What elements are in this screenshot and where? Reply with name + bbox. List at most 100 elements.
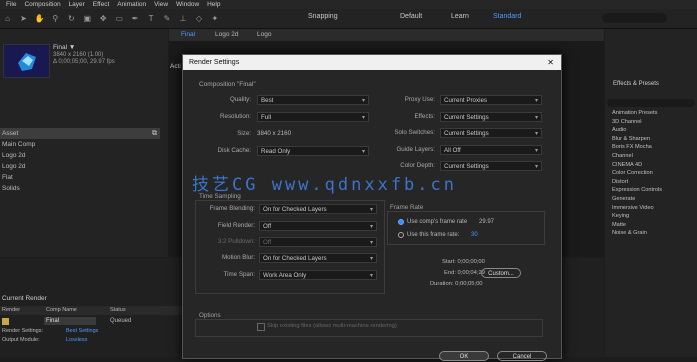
list-item[interactable]: Solids [0, 183, 160, 194]
camera-tool-icon[interactable]: ▣ [83, 14, 92, 23]
list-item[interactable]: Channel [605, 152, 697, 161]
home-icon[interactable]: ⌂ [3, 14, 12, 23]
tab-logo-2d[interactable]: Logo 2d [215, 31, 239, 38]
render-settings-dialog: Render Settings ✕ Composition "Final" Qu… [182, 54, 562, 361]
guide-layers-select[interactable]: All Off [440, 145, 542, 156]
menu-file[interactable]: File [6, 0, 16, 9]
snapping-toggle[interactable]: Snapping [308, 13, 338, 20]
menu-window[interactable]: Window [176, 0, 199, 9]
menu-animation[interactable]: Animation [117, 0, 146, 9]
stamp-tool-icon[interactable]: ⊥ [178, 14, 187, 23]
list-item[interactable]: Immersive Video [605, 204, 697, 213]
quality-select[interactable]: Best [257, 95, 369, 106]
queue-header: Render Comp Name Status [0, 306, 182, 315]
comp-thumbnail [3, 44, 50, 78]
puppet-tool-icon[interactable]: ✦ [210, 14, 219, 23]
dialog-title: Render Settings [189, 59, 240, 66]
comp-rate-value: 29.97 [479, 219, 495, 225]
effects-title: Effects & Presets [613, 81, 659, 87]
effects-select[interactable]: Current Settings [440, 112, 542, 123]
frame-blending-select[interactable]: On for Checked Layers [259, 204, 377, 215]
use-this-rate-radio[interactable] [398, 232, 404, 238]
list-item[interactable]: Distort [605, 178, 697, 187]
flowchart-icon[interactable]: ⧉ [152, 130, 157, 138]
size-label: Size: [237, 130, 251, 137]
motion-blur-label: Motion Blur: [221, 254, 255, 261]
pen-tool-icon[interactable]: ✒ [131, 14, 140, 23]
motion-blur-select[interactable]: On for Checked Layers [259, 253, 377, 264]
menu-composition[interactable]: Composition [24, 0, 60, 9]
disk-cache-select[interactable]: Read Only [257, 146, 369, 157]
list-item[interactable]: CINEMA 4D [605, 161, 697, 170]
list-item[interactable]: Color Correction [605, 169, 697, 178]
viewer-tabs: Final Logo 2d Logo [169, 29, 604, 41]
cancel-button[interactable]: Cancel [497, 351, 547, 361]
col-status: Status [110, 307, 126, 313]
zoom-tool-icon[interactable]: ⚲ [51, 14, 60, 23]
text-tool-icon[interactable]: T [147, 14, 156, 23]
list-item[interactable]: Flat [0, 172, 160, 183]
project-list: Asset Main Comp Logo 2d Logo 2d Flat Sol… [0, 128, 160, 194]
menu-bar: File Composition Layer Effect Animation … [0, 0, 697, 9]
menu-view[interactable]: View [154, 0, 168, 9]
ok-button[interactable]: OK [439, 351, 489, 361]
menu-help[interactable]: Help [207, 0, 220, 9]
list-item[interactable]: Audio [605, 126, 697, 135]
rectangle-tool-icon[interactable]: ▭ [115, 14, 124, 23]
list-item[interactable]: Blur & Sharpen [605, 135, 697, 144]
queue-comp-name[interactable]: Final [44, 317, 96, 325]
dialog-titlebar: Render Settings ✕ [183, 55, 561, 70]
tab-final[interactable]: Final [181, 31, 195, 38]
disk-cache-label: Disk Cache: [217, 147, 251, 154]
list-item[interactable]: Main Comp [0, 139, 160, 150]
list-item[interactable]: Noise & Grain [605, 229, 697, 238]
workspace-standard[interactable]: Standard [493, 13, 521, 20]
tab-logo[interactable]: Logo [257, 31, 271, 38]
time-span-select[interactable]: Work Area Only [259, 270, 377, 281]
search-help-input[interactable] [602, 13, 667, 23]
menu-effect[interactable]: Effect [93, 0, 110, 9]
close-icon[interactable]: ✕ [547, 55, 554, 70]
render-checkbox[interactable] [2, 318, 9, 325]
selection-tool-icon[interactable]: ➤ [19, 14, 28, 23]
skip-existing-checkbox[interactable] [257, 323, 265, 331]
render-settings-label: Render Settings: [2, 328, 43, 334]
brush-tool-icon[interactable]: ✎ [163, 14, 172, 23]
toolbar: ⌂ ➤ ✋ ⚲ ↻ ▣ ✥ ▭ ✒ T ✎ ⊥ ◇ ✦ Snapping Def… [0, 9, 697, 29]
pan-tool-icon[interactable]: ✥ [99, 14, 108, 23]
list-item[interactable]: Logo 2d [0, 150, 160, 161]
list-item[interactable]: Boris FX Mocha [605, 143, 697, 152]
color-depth-label: Color Depth: [400, 162, 435, 169]
effects-presets-panel: Effects & Presets Animation Presets 3D C… [605, 29, 697, 357]
rotate-tool-icon[interactable]: ↻ [67, 14, 76, 23]
custom-button[interactable]: Custom... [481, 268, 521, 278]
render-settings-value[interactable]: Best Settings [66, 328, 98, 334]
list-item[interactable]: Generate [605, 195, 697, 204]
solo-switches-select[interactable]: Current Settings [440, 128, 542, 139]
output-module-value[interactable]: Lossless [66, 337, 87, 343]
duration-time: Duration: 0;00;05;00 [430, 281, 483, 287]
eraser-tool-icon[interactable]: ◇ [194, 14, 203, 23]
use-comp-rate-radio[interactable] [398, 219, 404, 225]
list-item[interactable]: Animation Presets [605, 109, 697, 118]
field-render-label: Field Render: [217, 222, 255, 229]
list-item[interactable]: Keying [605, 212, 697, 221]
list-item[interactable]: Expression Controls [605, 186, 697, 195]
list-item[interactable]: Asset [0, 128, 160, 139]
hand-tool-icon[interactable]: ✋ [35, 14, 45, 23]
proxy-use-select[interactable]: Current Proxies [440, 95, 542, 106]
menu-layer[interactable]: Layer [69, 0, 85, 9]
effects-search-input[interactable] [607, 99, 695, 107]
resolution-select[interactable]: Full [257, 112, 369, 123]
workspace-default[interactable]: Default [400, 13, 422, 20]
pulldown-select[interactable]: Off [259, 237, 377, 248]
list-item[interactable]: Logo 2d [0, 161, 160, 172]
workspace-learn[interactable]: Learn [451, 13, 469, 20]
list-item[interactable]: 3D Channel [605, 118, 697, 127]
proxy-use-label: Proxy Use: [404, 96, 435, 103]
comp-info-size: 3840 x 2160 (1.00) [53, 52, 104, 58]
this-rate-input[interactable]: 30 [471, 232, 478, 238]
list-item[interactable]: Matte [605, 221, 697, 230]
size-value: 3840 x 2160 [257, 130, 292, 137]
field-render-select[interactable]: Off [259, 221, 377, 232]
